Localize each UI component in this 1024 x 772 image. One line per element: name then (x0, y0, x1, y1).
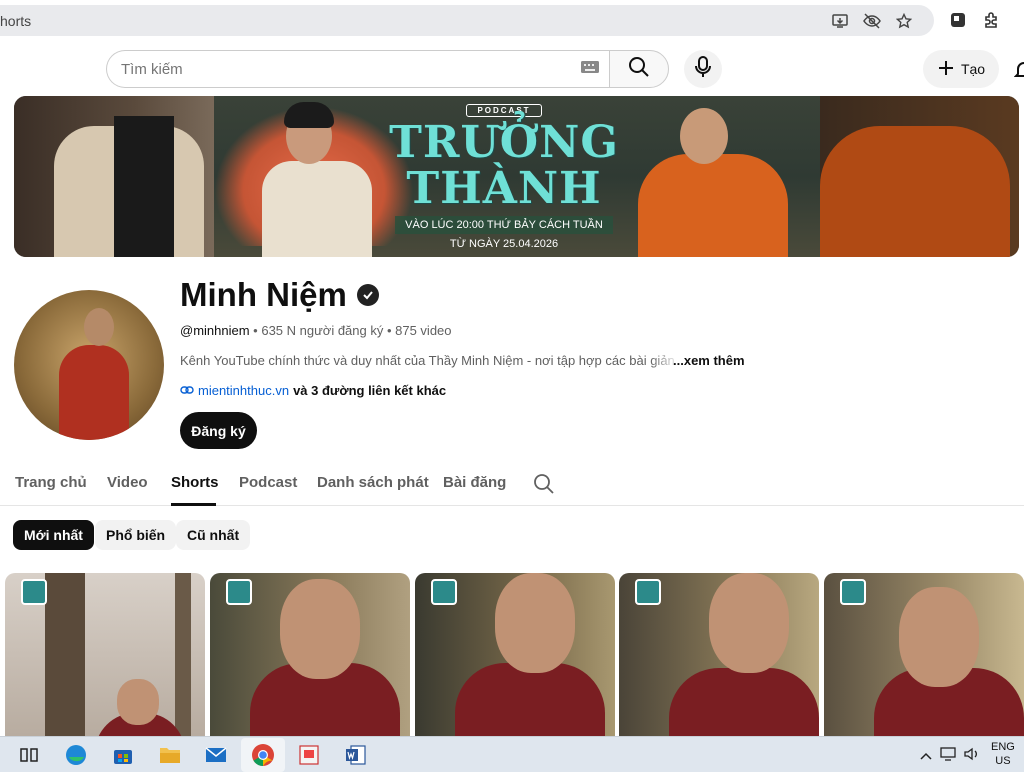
network-icon[interactable] (940, 747, 956, 766)
snipping-tool-icon[interactable] (296, 742, 322, 768)
address-text: horts (0, 13, 32, 29)
install-app-icon[interactable] (830, 11, 850, 31)
chrome-browser-icon[interactable] (250, 742, 276, 768)
microphone-icon (694, 55, 712, 83)
channel-name-text: Minh Niệm (180, 276, 347, 313)
language-code: ENG (991, 741, 1015, 753)
chevron-up-icon[interactable] (920, 748, 932, 766)
plus-icon (937, 59, 955, 80)
mail-icon[interactable] (203, 742, 229, 768)
word-icon[interactable] (343, 742, 369, 768)
short-thumbnail[interactable] (210, 573, 410, 736)
create-label: Tạo (960, 61, 986, 77)
channel-logo-icon (21, 579, 47, 605)
description-text: Kênh YouTube chính thức và duy nhất của … (180, 353, 675, 368)
tab-posts[interactable]: Bài đăng (443, 474, 506, 491)
subscribe-button[interactable]: Đăng ký (180, 412, 257, 449)
verified-check-icon (356, 284, 379, 306)
tab-home[interactable]: Trang chủ (15, 474, 87, 491)
channel-description[interactable]: Kênh YouTube chính thức và duy nhất của … (180, 353, 680, 368)
channel-tabs: Trang chủ Video Shorts Podcast Danh sách… (0, 466, 1024, 506)
short-thumbnail[interactable] (824, 573, 1024, 736)
region-code: US (995, 755, 1011, 767)
channel-links: mientinhthuc.vn và 3 đường liên kết khác (180, 383, 446, 398)
more-links-text[interactable]: và 3 đường liên kết khác (293, 383, 446, 398)
keyboard-icon[interactable] (580, 60, 600, 79)
tab-videos[interactable]: Video (107, 474, 148, 491)
channel-avatar[interactable] (14, 290, 164, 440)
channel-banner: PODCAST TRƯỞNG THÀNH VÀO LÚC 20:00 THỨ B… (14, 96, 1019, 257)
banner-title: TRƯỞNG THÀNH (389, 117, 619, 215)
language-indicator[interactable]: ENG US (991, 740, 1015, 768)
show-more-link[interactable]: ...xem thêm (673, 353, 745, 368)
channel-logo-icon (840, 579, 866, 605)
tab-podcasts[interactable]: Podcast (239, 474, 297, 491)
banner-podcast-tag: PODCAST (466, 104, 542, 117)
system-tray (920, 747, 980, 766)
address-bar[interactable]: horts (0, 5, 934, 36)
microsoft-store-icon[interactable] (110, 742, 136, 768)
banner-time: VÀO LÚC 20:00 THỨ BẢY CÁCH TUẦN (395, 216, 613, 235)
tab-shorts[interactable]: Shorts (171, 474, 219, 491)
channel-stats: • 635 N người đăng ký • 875 video (249, 323, 452, 338)
windows-taskbar: ENG US (0, 736, 1024, 772)
channel-logo-icon (635, 579, 661, 605)
extension-puzzle-icon[interactable] (948, 10, 968, 30)
search-icon (628, 56, 650, 83)
channel-handle: @minhniem (180, 323, 250, 338)
channel-link-url[interactable]: mientinhthuc.vn (198, 383, 289, 398)
voice-search-button[interactable] (684, 50, 722, 88)
task-view-icon[interactable] (16, 742, 42, 768)
youtube-header: Tạo (0, 42, 1024, 94)
channel-search-icon[interactable] (533, 473, 555, 500)
browser-toolbar: horts (0, 0, 1024, 42)
create-button[interactable]: Tạo (923, 50, 999, 88)
banner-right-photo (820, 96, 1019, 257)
link-chain-icon (180, 383, 194, 398)
search-button[interactable] (609, 50, 669, 88)
chip-popular[interactable]: Phổ biến (95, 520, 177, 550)
edge-browser-icon[interactable] (63, 742, 89, 768)
volume-icon[interactable] (964, 747, 980, 766)
chip-oldest[interactable]: Cũ nhất (176, 520, 251, 550)
notification-bell-icon[interactable] (1013, 60, 1024, 85)
eye-off-icon[interactable] (862, 11, 882, 31)
search-input[interactable] (121, 61, 561, 78)
channel-logo-icon (226, 579, 252, 605)
active-tab-indicator (171, 503, 216, 506)
banner-date: TỪ NGÀY 25.04.2026 (449, 238, 559, 251)
short-thumbnail[interactable] (619, 573, 819, 736)
channel-meta: @minhniem • 635 N người đăng ký • 875 vi… (180, 323, 452, 338)
banner-left-photo (14, 96, 214, 257)
short-thumbnail[interactable] (5, 573, 205, 736)
file-explorer-icon[interactable] (157, 742, 183, 768)
star-icon[interactable] (894, 11, 914, 31)
banner-main-art: PODCAST TRƯỞNG THÀNH VÀO LÚC 20:00 THỨ B… (214, 96, 820, 257)
chip-latest[interactable]: Mới nhất (13, 520, 94, 550)
tab-playlists[interactable]: Danh sách phát (317, 474, 429, 491)
channel-title: Minh Niệm (180, 276, 379, 314)
channel-logo-icon (431, 579, 457, 605)
extensions-icon[interactable] (982, 10, 1002, 30)
short-thumbnail[interactable] (415, 573, 615, 736)
search-box[interactable] (106, 50, 610, 88)
